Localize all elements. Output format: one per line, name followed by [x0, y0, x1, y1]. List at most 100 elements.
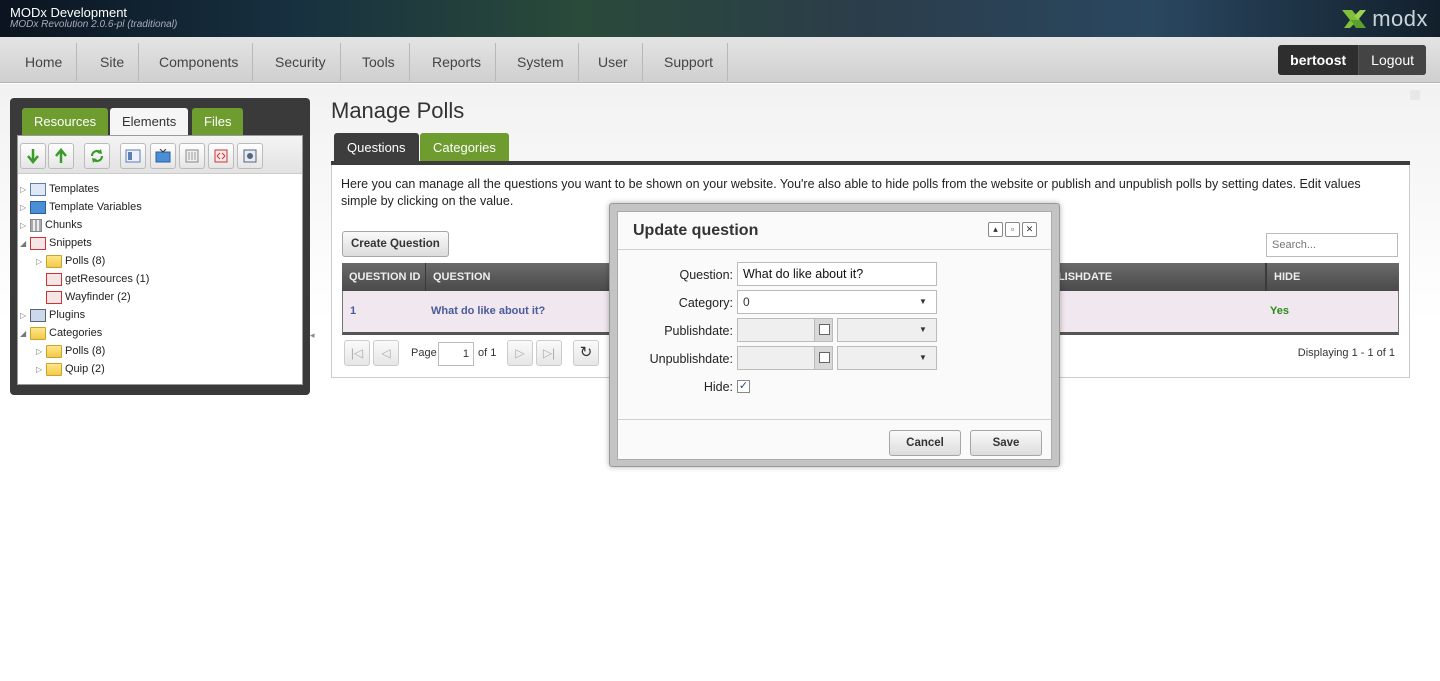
column-hide[interactable]: HIDE	[1266, 263, 1399, 291]
modx-logo-icon	[1342, 10, 1367, 28]
refresh-icon[interactable]	[84, 143, 110, 169]
unpublishdate-time-select[interactable]: ▼	[837, 346, 937, 370]
publishdate-date-field[interactable]	[737, 318, 833, 342]
left-panel: Resources Elements Files ▷ Templates ▷ T…	[10, 98, 310, 395]
prev-page-icon[interactable]: ◁	[373, 340, 399, 366]
nav-user[interactable]: User	[584, 43, 643, 81]
calendar-icon[interactable]	[814, 319, 832, 341]
expand-arrow-icon[interactable]: ▷	[20, 185, 30, 194]
tree-node-snippet-polls[interactable]: ▷ Polls (8)	[36, 252, 105, 270]
calendar-icon[interactable]	[814, 347, 832, 369]
collapse-icon[interactable]: ▴	[988, 222, 1003, 237]
folder-icon	[46, 362, 62, 376]
unpublishdate-label: Unpublishdate:	[649, 352, 733, 366]
chevron-down-icon[interactable]: ▼	[910, 291, 936, 313]
tree-node-category-polls[interactable]: ▷ Polls (8)	[36, 342, 105, 360]
displaying-count: Displaying 1 - 1 of 1	[1297, 347, 1395, 359]
tab-categories[interactable]: Categories	[420, 133, 509, 162]
new-snippet-icon[interactable]	[208, 143, 234, 169]
publishdate-time-select[interactable]: ▼	[837, 318, 937, 342]
tree-node-template-variables[interactable]: ▷ Template Variables	[20, 198, 142, 216]
close-icon[interactable]: ✕	[1022, 222, 1037, 237]
nav-reports[interactable]: Reports	[418, 43, 497, 81]
refresh-icon[interactable]: ↻	[573, 340, 599, 366]
tree-node-plugins[interactable]: ▷ Plugins	[20, 306, 85, 324]
nav-home[interactable]: Home	[11, 43, 78, 81]
expand-arrow-icon[interactable]: ▷	[36, 365, 46, 374]
first-page-icon[interactable]: |◁	[344, 340, 370, 366]
category-select[interactable]: 0 ▼	[737, 290, 937, 314]
chevron-down-icon[interactable]: ▼	[910, 319, 936, 341]
help-icon[interactable]	[1410, 90, 1420, 100]
save-button[interactable]: Save	[970, 430, 1042, 456]
expand-arrow-icon[interactable]: ▷	[20, 221, 30, 230]
modx-logo[interactable]: modx	[1340, 6, 1428, 32]
column-publishdate[interactable]: BLISHDATE	[1042, 263, 1266, 291]
tab-resources[interactable]: Resources	[22, 108, 109, 136]
collapse-arrow-icon[interactable]: ◢	[20, 239, 30, 248]
cell-hide[interactable]: Yes	[1270, 305, 1289, 317]
cell-question-id[interactable]: 1	[350, 305, 356, 317]
tab-questions[interactable]: Questions	[334, 133, 419, 162]
new-tv-icon[interactable]	[150, 143, 176, 169]
nav-system[interactable]: System	[503, 43, 579, 81]
panel-collapse-handle[interactable]: ◂	[310, 330, 316, 358]
tree-node-getresources[interactable]: getResources (1)	[46, 270, 149, 288]
collapse-arrow-icon[interactable]: ◢	[20, 329, 30, 338]
cancel-button[interactable]: Cancel	[889, 430, 961, 456]
new-chunk-icon[interactable]	[179, 143, 205, 169]
expand-arrow-icon[interactable]: ▷	[36, 347, 46, 356]
nav-security[interactable]: Security	[261, 43, 341, 81]
question-field[interactable]: What do like about it?	[737, 262, 937, 286]
snippet-icon	[30, 236, 46, 250]
tree-node-categories[interactable]: ◢ Categories	[20, 324, 102, 342]
folder-icon	[46, 344, 62, 358]
nav-site[interactable]: Site	[86, 43, 140, 81]
category-label: Category:	[678, 296, 733, 310]
create-question-button[interactable]: Create Question	[342, 231, 449, 257]
unpublishdate-date-field[interactable]	[737, 346, 833, 370]
new-plugin-icon[interactable]	[237, 143, 263, 169]
tab-elements[interactable]: Elements	[110, 108, 189, 136]
page-count: of 1	[478, 347, 497, 359]
nav-tools[interactable]: Tools	[348, 43, 410, 81]
column-question-id[interactable]: QUESTION ID	[342, 263, 426, 291]
logo-text: modx	[1372, 6, 1428, 31]
tree-node-templates[interactable]: ▷ Templates	[20, 180, 99, 198]
last-page-icon[interactable]: ▷|	[536, 340, 562, 366]
tree-node-snippets[interactable]: ◢ Snippets	[20, 234, 92, 252]
folder-icon	[46, 254, 62, 268]
cell-question[interactable]: What do like about it?	[431, 305, 545, 317]
user-box: bertoost Logout	[1278, 45, 1426, 75]
chunk-icon	[30, 218, 42, 232]
tree-node-chunks[interactable]: ▷ Chunks	[20, 216, 82, 234]
question-label: Question:	[679, 268, 733, 282]
expand-arrow-icon[interactable]: ▷	[20, 311, 30, 320]
search-input[interactable]	[1266, 233, 1398, 257]
arrow-down-icon[interactable]	[20, 143, 46, 169]
update-question-dialog: Update question ▴ ▫ ✕ Question: What do …	[609, 203, 1060, 467]
page-number-input[interactable]: 1	[438, 342, 474, 366]
logout-button[interactable]: Logout	[1359, 45, 1426, 75]
expand-arrow-icon[interactable]: ▷	[36, 257, 46, 266]
category-value: 0	[743, 295, 750, 309]
nav-support[interactable]: Support	[650, 43, 729, 81]
nav-components[interactable]: Components	[145, 43, 254, 81]
expand-arrow-icon[interactable]: ▷	[20, 203, 30, 212]
arrow-up-icon[interactable]	[48, 143, 74, 169]
chevron-down-icon[interactable]: ▼	[910, 347, 936, 369]
snippet-icon	[46, 290, 62, 304]
column-question[interactable]: QUESTION	[426, 263, 616, 291]
tree-node-wayfinder[interactable]: Wayfinder (2)	[46, 288, 131, 306]
folder-open-icon	[30, 326, 46, 340]
username-link[interactable]: bertoost	[1278, 45, 1360, 75]
main-nav: Home Site Components Security Tools Repo…	[0, 37, 1440, 83]
tab-files[interactable]: Files	[192, 108, 244, 136]
new-template-icon[interactable]	[120, 143, 146, 169]
tree-node-category-quip[interactable]: ▷ Quip (2)	[36, 360, 105, 378]
hide-label: Hide:	[703, 380, 733, 394]
page-title: Manage Polls	[331, 98, 465, 123]
maximize-icon[interactable]: ▫	[1005, 222, 1020, 237]
next-page-icon[interactable]: ▷	[507, 340, 533, 366]
hide-checkbox[interactable]: ✓	[737, 380, 750, 393]
